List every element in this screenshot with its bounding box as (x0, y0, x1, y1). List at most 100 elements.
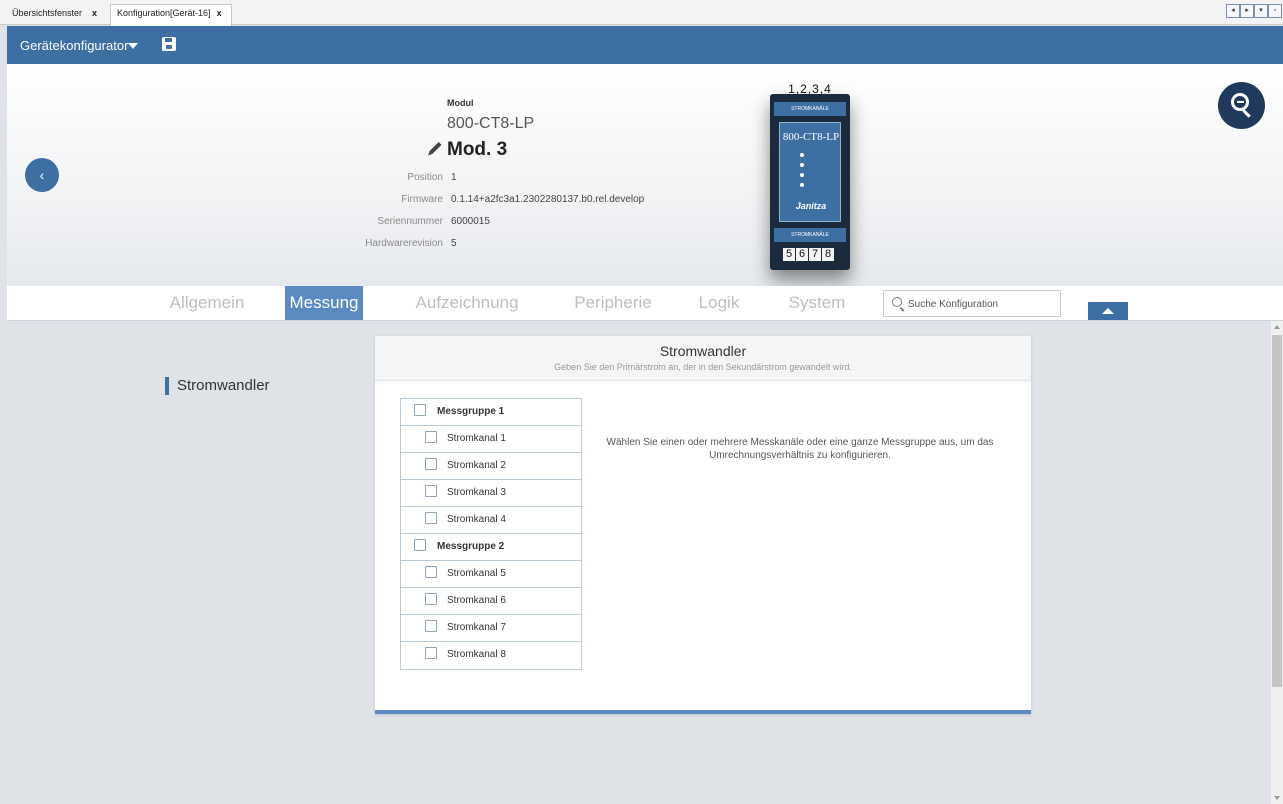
tab-aufzeichnung[interactable]: Aufzeichnung (405, 286, 529, 320)
device-band-bottom: STROMKANÄLE (774, 228, 846, 242)
channel-checkbox[interactable] (425, 458, 437, 470)
list-item[interactable]: Stromkanal 2 (401, 453, 581, 480)
channel-label: Stromkanal 6 (447, 595, 506, 606)
channel-checkbox[interactable] (425, 647, 437, 659)
list-item[interactable]: Messgruppe 1 (401, 399, 581, 426)
list-item[interactable]: Stromkanal 7 (401, 615, 581, 642)
info-row-firmware: Firmware 0.1.14+a2fc3a1.2302280137.b0.re… (295, 194, 644, 208)
scroll-right-icon[interactable]: ▸ (1240, 4, 1254, 18)
list-item[interactable]: Stromkanal 1 (401, 426, 581, 453)
device-bottom-channels: 5678 (783, 244, 835, 262)
device-graphic: 1,2,3,4 STROMKANÄLE 800-CT8-LP Janitza S… (770, 82, 850, 270)
channel-label: Stromkanal 3 (447, 487, 506, 498)
panel-title: Stromwandler (659, 343, 747, 359)
channel-number: 6 (796, 248, 808, 261)
zoom-out-icon (1231, 93, 1249, 111)
channel-checkbox[interactable] (425, 431, 437, 443)
tab-messung[interactable]: Messung (285, 286, 363, 320)
tab-peripherie[interactable]: Peripherie (563, 286, 663, 320)
device-model: 800-CT8-LP (782, 131, 840, 143)
channel-checkbox[interactable] (425, 620, 437, 632)
dropdown-icon[interactable]: ▾ (1254, 4, 1268, 18)
tab-label: Konfiguration[Gerät-16] (117, 8, 211, 18)
led-icon (800, 153, 804, 157)
scroll-left-icon[interactable]: ◂ (1226, 4, 1240, 18)
module-header: ‹ Modul 800-CT8-LP Mod. 3 Position 1 Fir… (7, 64, 1283, 286)
led-icon (800, 173, 804, 177)
chevron-left-icon: ‹ (39, 167, 45, 183)
search-input[interactable] (908, 295, 1056, 313)
tab-allgemein[interactable]: Allgemein (157, 286, 257, 320)
app-toolbar: Gerätekonfigurator (7, 26, 1283, 64)
info-label: Hardwarerevision (365, 238, 443, 249)
list-item[interactable]: Stromkanal 4 (401, 507, 581, 534)
info-value: 1 (451, 172, 457, 183)
scroll-up-icon[interactable] (1274, 325, 1280, 329)
configurator-menu[interactable]: Gerätekonfigurator (20, 38, 128, 53)
info-label: Firmware (401, 194, 443, 205)
list-item[interactable]: Stromkanal 5 (401, 561, 581, 588)
maximize-icon[interactable]: ▫ (1268, 4, 1282, 18)
info-value: 0.1.14+a2fc3a1.2302280137.b0.rel.develop (451, 194, 645, 205)
info-row-hardware: Hardwarerevision 5 (295, 238, 456, 252)
channel-label: Stromkanal 1 (447, 433, 506, 444)
document-tab-strip: Übersichtsfenster x Konfiguration[Gerät-1… (0, 0, 1283, 26)
module-type: 800-CT8-LP (447, 115, 535, 132)
edit-icon[interactable] (429, 141, 442, 155)
channel-label: Stromkanal 2 (447, 460, 506, 471)
group-checkbox[interactable] (414, 404, 426, 416)
panel-subtitle: Geben Sie den Primärstrom an, der in den… (554, 362, 852, 372)
collapse-header-button[interactable] (1088, 302, 1128, 320)
channel-label: Stromkanal 7 (447, 622, 506, 633)
device-band-top: STROMKANÄLE (774, 102, 846, 116)
back-button[interactable]: ‹ (25, 158, 59, 192)
tab-konfiguration[interactable]: Konfiguration[Gerät-16] x (110, 4, 232, 26)
selection-hint: Wählen Sie einen oder mehrere Messkanäle… (606, 437, 994, 461)
module-label: Modul (447, 98, 474, 108)
config-nav: Allgemein Messung Aufzeichnung Peripheri… (7, 286, 1283, 321)
group-checkbox[interactable] (414, 539, 426, 551)
close-icon[interactable]: x (92, 8, 97, 18)
search-icon (892, 297, 902, 307)
tab-logik[interactable]: Logik (693, 286, 745, 320)
info-label: Seriennummer (377, 216, 443, 227)
channel-checkbox[interactable] (425, 593, 437, 605)
vertical-scrollbar[interactable] (1271, 321, 1283, 804)
info-value: 5 (451, 238, 457, 249)
group-label: Messgruppe 2 (437, 541, 505, 552)
tab-uebersichtsfenster[interactable]: Übersichtsfenster x (6, 5, 109, 23)
list-item[interactable]: Stromkanal 6 (401, 588, 581, 615)
scroll-down-icon[interactable] (1274, 796, 1280, 800)
channel-tree: Messgruppe 1 Stromkanal 1 Stromkanal 2 S… (400, 398, 582, 670)
channel-label: Stromkanal 4 (447, 514, 506, 525)
device-body: 800-CT8-LP Janitza (779, 122, 841, 222)
close-icon[interactable]: x (217, 8, 222, 18)
device-brand: Janitza (795, 201, 827, 211)
scrollbar-thumb[interactable] (1272, 335, 1282, 687)
list-item[interactable]: Stromkanal 8 (401, 642, 581, 669)
tab-system[interactable]: System (783, 286, 851, 320)
section-link-stromwandler[interactable]: Stromwandler (165, 377, 270, 395)
channel-number: 5 (783, 248, 795, 261)
module-name: Mod. 3 (447, 139, 508, 160)
info-row-position: Position 1 (295, 172, 456, 186)
led-icon (800, 163, 804, 167)
info-row-serial: Seriennummer 6000015 (295, 216, 490, 230)
channel-checkbox[interactable] (425, 512, 437, 524)
info-label: Position (407, 172, 443, 183)
channel-checkbox[interactable] (425, 485, 437, 497)
tab-label: Übersichtsfenster (12, 8, 83, 18)
list-item[interactable]: Messgruppe 2 (401, 534, 581, 561)
channel-label: Stromkanal 5 (447, 568, 506, 579)
zoom-out-button[interactable] (1218, 82, 1265, 129)
caret-down-icon[interactable] (128, 43, 138, 49)
save-icon[interactable] (162, 37, 176, 51)
channel-checkbox[interactable] (425, 566, 437, 578)
list-item[interactable]: Stromkanal 3 (401, 480, 581, 507)
group-label: Messgruppe 1 (437, 406, 505, 417)
device-top-channels: 1,2,3,4 (788, 82, 832, 96)
channel-number: 8 (822, 248, 834, 261)
search-box (883, 290, 1061, 317)
channel-label: Stromkanal 8 (447, 649, 506, 660)
led-icon (800, 183, 804, 187)
